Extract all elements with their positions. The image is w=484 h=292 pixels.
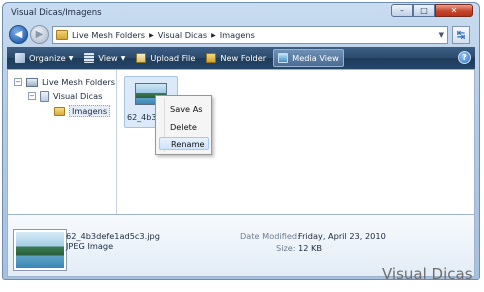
new-folder-icon xyxy=(206,53,217,63)
tree-item-visual-dicas[interactable]: − Visual Dicas xyxy=(28,90,102,102)
delete-menu-item[interactable]: Delete xyxy=(170,120,197,133)
back-button[interactable]: ◀ xyxy=(9,25,28,44)
organize-icon xyxy=(15,53,25,63)
view-button[interactable]: View ▼ xyxy=(80,49,129,67)
command-toolbar: Organize ▼ View ▼ Upload File New Folder… xyxy=(7,47,475,69)
shared-folder-icon xyxy=(40,90,49,102)
content-area: − Live Mesh Folders − Visual Dicas Image… xyxy=(7,69,475,215)
watermark: Visual Dicas xyxy=(382,265,473,283)
rename-menu-item[interactable]: Rename xyxy=(159,137,209,150)
media-view-label: Media View xyxy=(292,53,339,63)
tree-label: Live Mesh Folders xyxy=(42,77,116,87)
folder-icon xyxy=(56,30,68,40)
chevron-down-icon: ▼ xyxy=(120,54,126,62)
help-icon[interactable]: ? xyxy=(458,51,471,64)
collapse-toggle-icon[interactable]: − xyxy=(14,78,22,86)
forward-button[interactable]: ▶ xyxy=(30,25,49,44)
maximize-button[interactable]: □ xyxy=(413,4,435,17)
details-file-type: JPEG Image xyxy=(66,241,114,251)
view-label: View xyxy=(98,53,118,63)
breadcrumb-visual-dicas[interactable]: Visual Dicas xyxy=(158,30,207,40)
title-bar: Visual Dicas/Imagens – □ ✕ xyxy=(3,3,479,23)
navigation-row: ◀ ▶ Live Mesh Folders ▶ Visual Dicas ▶ I… xyxy=(3,23,479,47)
close-button[interactable]: ✕ xyxy=(435,4,473,17)
view-icon xyxy=(84,53,95,63)
refresh-button[interactable]: ↹ xyxy=(452,26,470,44)
size-label: Size: xyxy=(276,243,296,253)
collapse-toggle-icon[interactable]: − xyxy=(28,92,36,100)
details-filename: 62_4b3defe1ad5c3.jpg xyxy=(66,231,160,241)
address-dropdown-icon[interactable]: ▼ xyxy=(439,31,444,39)
navigation-pane: − Live Mesh Folders − Visual Dicas Image… xyxy=(8,70,117,214)
breadcrumb-imagens[interactable]: Imagens xyxy=(220,30,255,40)
date-modified-label: Date Modified: xyxy=(240,231,300,241)
save-as-menu-item[interactable]: Save As xyxy=(170,102,203,115)
chevron-down-icon: ▼ xyxy=(68,54,74,62)
minimize-button[interactable]: – xyxy=(391,4,413,17)
folder-icon xyxy=(54,106,65,116)
new-folder-label: New Folder xyxy=(220,53,267,63)
organize-label: Organize xyxy=(29,53,66,63)
media-view-icon xyxy=(278,53,289,63)
upload-icon xyxy=(136,53,147,63)
size-value: 12 KB xyxy=(298,243,323,253)
upload-file-label: Upload File xyxy=(150,53,196,63)
explorer-window: Visual Dicas/Imagens – □ ✕ ◀ ▶ Live Mesh… xyxy=(2,2,480,280)
address-bar[interactable]: Live Mesh Folders ▶ Visual Dicas ▶ Image… xyxy=(52,26,448,44)
tree-item-imagens[interactable]: Imagens xyxy=(54,105,111,117)
context-menu: Save As Delete Rename xyxy=(155,95,212,155)
date-modified-value: Friday, April 23, 2010 xyxy=(298,231,386,241)
tree-label: Visual Dicas xyxy=(53,91,103,101)
media-view-button[interactable]: Media View xyxy=(273,49,344,67)
breadcrumb-live-mesh-folders[interactable]: Live Mesh Folders xyxy=(72,30,145,40)
tree-item-live-mesh-folders[interactable]: − Live Mesh Folders xyxy=(14,76,115,88)
upload-file-button[interactable]: Upload File xyxy=(132,49,199,67)
window-controls: – □ ✕ xyxy=(391,4,473,17)
new-folder-button[interactable]: New Folder xyxy=(202,49,270,67)
organize-button[interactable]: Organize ▼ xyxy=(11,49,77,67)
tree-label: Imagens xyxy=(69,105,111,117)
breadcrumb-separator-icon[interactable]: ▶ xyxy=(211,32,216,39)
live-mesh-drive-icon xyxy=(26,77,38,87)
breadcrumb-separator-icon[interactable]: ▶ xyxy=(149,32,154,39)
preview-thumbnail xyxy=(13,229,67,271)
window-title: Visual Dicas/Imagens xyxy=(11,8,102,18)
